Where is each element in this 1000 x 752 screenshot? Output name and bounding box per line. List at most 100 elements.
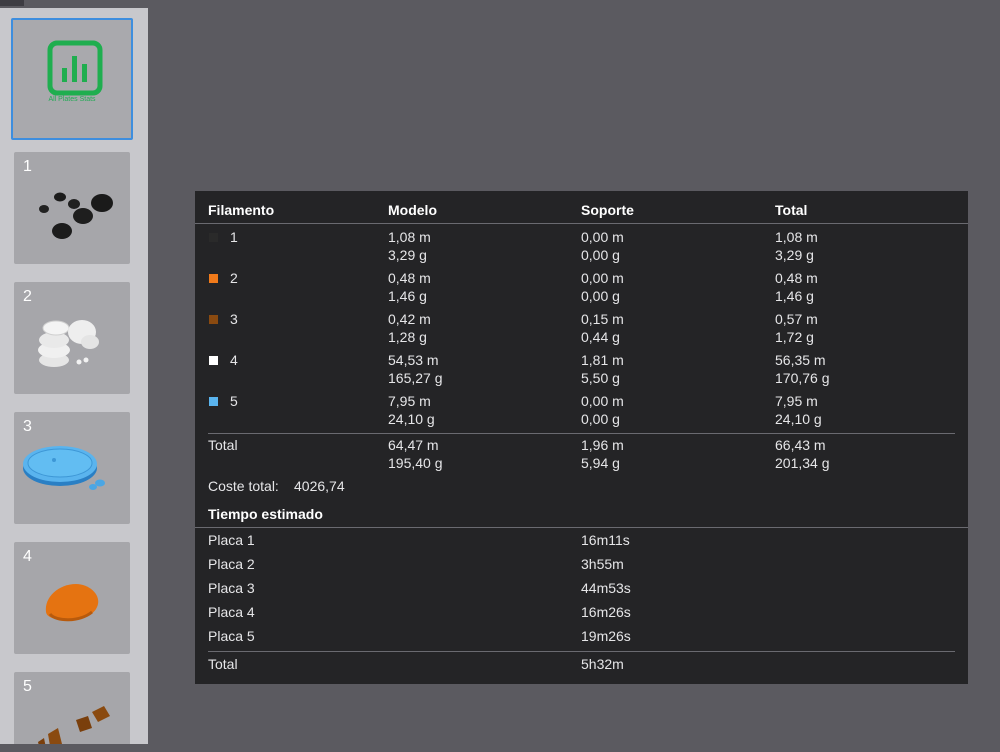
plate-1-model-preview — [39, 192, 113, 239]
plate-thumbnail-2[interactable]: 2 — [14, 282, 130, 394]
totals-support-weight: 5,94 g — [581, 455, 620, 471]
plate-thumbnail-1[interactable]: 1 — [14, 152, 130, 264]
totals-model-length: 64,47 m — [388, 437, 439, 453]
filament-support-weight: 0,00 g — [581, 411, 620, 427]
filament-total-cell: 56,35 m 170,76 g — [775, 351, 830, 387]
filament-model-weight: 24,10 g — [388, 411, 435, 427]
filament-model-length: 1,08 m — [388, 229, 431, 245]
time-total-divider — [208, 651, 955, 652]
plate-time-value: 16m11s — [581, 532, 630, 548]
plate-time-value: 3h55m — [581, 556, 624, 572]
filament-model-weight: 3,29 g — [388, 247, 427, 263]
filament-color-swatch — [209, 397, 218, 406]
filament-total-weight: 1,72 g — [775, 329, 814, 345]
filament-model-length: 0,42 m — [388, 311, 431, 327]
filament-model-weight: 1,28 g — [388, 329, 427, 345]
plate-time-label: Placa 4 — [208, 604, 255, 620]
filament-id: 2 — [230, 270, 238, 286]
all-plates-stats-thumbnail[interactable]: All Plates Stats — [11, 18, 133, 140]
filament-total-cell: 1,08 m 3,29 g — [775, 228, 818, 264]
filament-id: 4 — [230, 352, 238, 368]
plate-3-model-preview — [23, 446, 105, 490]
filament-support-length: 0,00 m — [581, 270, 624, 286]
plate-thumbnail-3[interactable]: 3 — [14, 412, 130, 524]
time-total-value: 5h32m — [581, 656, 624, 672]
plate-time-value: 44m53s — [581, 580, 631, 596]
plate-time-label: Placa 2 — [208, 556, 255, 572]
filament-total-weight: 1,46 g — [775, 288, 814, 304]
totals-total: 66,43 m 201,34 g — [775, 436, 830, 472]
plate-2-model-preview — [38, 320, 99, 367]
plate-time-value: 19m26s — [581, 628, 631, 644]
filament-support-cell: 0,15 m 0,44 g — [581, 310, 624, 346]
filament-model-length: 0,48 m — [388, 270, 431, 286]
header-total: Total — [775, 202, 808, 218]
filament-support-length: 0,15 m — [581, 311, 624, 327]
filament-support-cell: 0,00 m 0,00 g — [581, 228, 624, 264]
filament-id: 5 — [230, 393, 238, 409]
filament-total-weight: 24,10 g — [775, 411, 822, 427]
filament-id: 3 — [230, 311, 238, 327]
totals-total-weight: 201,34 g — [775, 455, 830, 471]
plate-thumbnail-5[interactable]: 5 — [14, 672, 130, 744]
filament-total-length: 7,95 m — [775, 393, 818, 409]
filament-support-weight: 0,00 g — [581, 288, 620, 304]
filament-support-cell: 1,81 m 5,50 g — [581, 351, 624, 387]
plate-sidebar: All Plates Stats 1 2 3 4 5 — [0, 8, 148, 744]
filament-model-length: 54,53 m — [388, 352, 439, 368]
filament-model-weight: 165,27 g — [388, 370, 443, 386]
slice-stats-panel: Filamento Modelo Soporte Total 1 1,08 m 3,… — [195, 191, 968, 684]
totals-support: 1,96 m 5,94 g — [581, 436, 624, 472]
filament-model-weight: 1,46 g — [388, 288, 427, 304]
total-cost-value: 4026,74 — [294, 478, 345, 494]
totals-label: Total — [208, 437, 238, 453]
filament-support-weight: 0,00 g — [581, 247, 620, 263]
time-total-label: Total — [208, 656, 238, 672]
plate-4-model-preview — [45, 584, 99, 622]
totals-support-length: 1,96 m — [581, 437, 624, 453]
filament-total-cell: 7,95 m 24,10 g — [775, 392, 822, 428]
plate-5-model-preview — [38, 706, 110, 744]
all-plates-stats-label: All Plates Stats — [48, 96, 96, 103]
filament-total-cell: 0,57 m 1,72 g — [775, 310, 818, 346]
filament-model-length: 7,95 m — [388, 393, 431, 409]
filament-total-length: 1,08 m — [775, 229, 818, 245]
filament-color-swatch — [209, 274, 218, 283]
header-model: Modelo — [388, 202, 437, 218]
filament-support-weight: 5,50 g — [581, 370, 620, 386]
totals-model: 64,47 m 195,40 g — [388, 436, 443, 472]
plate-time-label: Placa 5 — [208, 628, 255, 644]
totals-divider — [208, 433, 955, 434]
header-support: Soporte — [581, 202, 634, 218]
header-filament: Filamento — [208, 202, 275, 218]
totals-total-length: 66,43 m — [775, 437, 826, 453]
filament-model-cell: 0,42 m 1,28 g — [388, 310, 431, 346]
total-cost-label: Coste total: — [208, 478, 279, 494]
filament-support-weight: 0,44 g — [581, 329, 620, 345]
filament-total-weight: 170,76 g — [775, 370, 830, 386]
filament-total-cell: 0,48 m 1,46 g — [775, 269, 818, 305]
filament-color-swatch — [209, 315, 218, 324]
filament-total-length: 0,57 m — [775, 311, 818, 327]
time-divider — [195, 527, 968, 528]
top-edge-mark — [0, 0, 24, 6]
filament-total-length: 56,35 m — [775, 352, 826, 368]
totals-model-weight: 195,40 g — [388, 455, 443, 471]
filament-model-cell: 54,53 m 165,27 g — [388, 351, 443, 387]
filament-support-cell: 0,00 m 0,00 g — [581, 392, 624, 428]
stats-chart-icon — [47, 40, 103, 96]
filament-total-length: 0,48 m — [775, 270, 818, 286]
plate-thumbnail-4[interactable]: 4 — [14, 542, 130, 654]
filament-color-swatch — [209, 233, 218, 242]
filament-support-length: 1,81 m — [581, 352, 624, 368]
filament-support-cell: 0,00 m 0,00 g — [581, 269, 624, 305]
plate-time-label: Placa 1 — [208, 532, 255, 548]
filament-model-cell: 1,08 m 3,29 g — [388, 228, 431, 264]
filament-total-weight: 3,29 g — [775, 247, 814, 263]
plate-time-value: 16m26s — [581, 604, 631, 620]
header-divider — [195, 223, 968, 224]
filament-id: 1 — [230, 229, 238, 245]
filament-model-cell: 7,95 m 24,10 g — [388, 392, 435, 428]
filament-model-cell: 0,48 m 1,46 g — [388, 269, 431, 305]
plate-time-label: Placa 3 — [208, 580, 255, 596]
